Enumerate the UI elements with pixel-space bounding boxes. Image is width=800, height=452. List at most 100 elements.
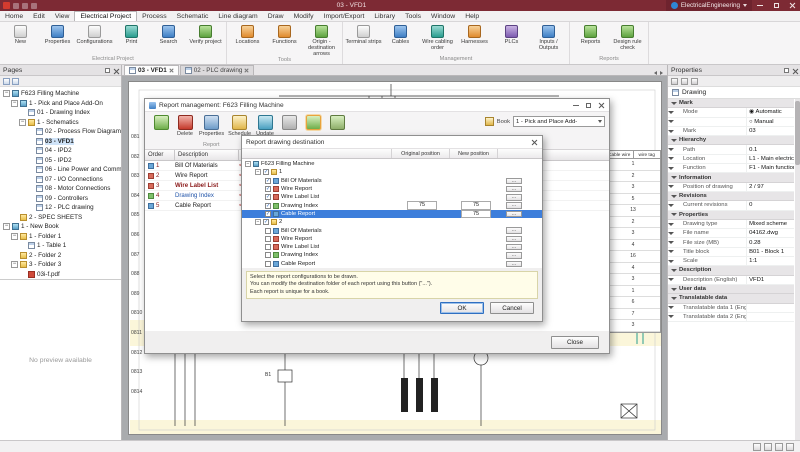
properties-scrollbar[interactable] [795, 99, 800, 440]
property-row[interactable]: Description [668, 266, 794, 275]
menu-item[interactable]: Schematic [172, 11, 214, 21]
previous-icon[interactable] [671, 78, 678, 85]
browse-folder-button[interactable]: ... [506, 227, 522, 234]
scroll-tabs-right-icon[interactable] [660, 71, 663, 75]
property-row[interactable]: Mark [668, 99, 794, 108]
tree-item[interactable]: 01 - Drawing Index [0, 108, 121, 118]
tree-item[interactable]: 02 - Process Flow Diagram [0, 127, 121, 137]
tree-item[interactable]: 03i-f.pdf [0, 270, 121, 280]
expander-icon[interactable]: − [11, 233, 18, 240]
report-checkbox[interactable] [265, 228, 271, 234]
menu-item[interactable]: View [50, 11, 75, 21]
minimize-button[interactable] [752, 0, 768, 11]
report-checkbox[interactable]: ✓ [265, 178, 271, 184]
new-position-value[interactable]: 75 [461, 210, 491, 219]
menu-item[interactable]: Electrical Project [74, 11, 137, 21]
browse-folder-button[interactable]: ... [506, 211, 522, 218]
destination-row[interactable]: Drawing Index ... [242, 251, 542, 259]
ribbon-button[interactable]: Design rule check [609, 23, 646, 51]
menu-item[interactable]: Modify [289, 11, 319, 21]
browse-folder-button[interactable]: ... [506, 186, 522, 193]
save-icon[interactable] [13, 3, 19, 9]
report-toolbar-button[interactable] [325, 114, 349, 132]
property-row[interactable]: Revisions [668, 192, 794, 201]
menu-item[interactable]: Edit [28, 11, 50, 21]
tree-item[interactable]: − F623 Filling Machine [0, 89, 121, 99]
menu-item[interactable]: Line diagram [213, 11, 262, 21]
property-row[interactable]: Scale 1:1 [668, 257, 794, 266]
close-dialog-button[interactable]: Close [551, 336, 599, 349]
tree-item[interactable]: 06 - Line Power and Comms [0, 165, 121, 175]
ok-button[interactable]: OK [440, 302, 484, 314]
new-position-value[interactable]: 75 [461, 201, 491, 210]
ribbon-button[interactable]: Harnesses [456, 23, 493, 45]
destination-row[interactable]: − ✓ 2 [242, 218, 542, 226]
account-menu[interactable]: ElectricalEngineering [666, 0, 752, 11]
property-row[interactable]: Translatable data [668, 294, 794, 303]
ribbon-button[interactable]: PLCs [493, 23, 530, 45]
close-panel-icon[interactable] [113, 68, 118, 73]
property-row[interactable]: Translatable data 1 (Engli [668, 304, 794, 313]
ribbon-button[interactable]: Cables [382, 23, 419, 45]
property-value[interactable]: VFD1 [747, 277, 794, 283]
report-checkbox[interactable] [265, 252, 271, 258]
property-row[interactable]: Location L1 - Main electrical closet [668, 155, 794, 164]
document-tab[interactable]: 02 - PLC drawing [180, 65, 255, 75]
property-row[interactable]: Mode ◉ Automatic [668, 108, 794, 117]
book-select[interactable]: 1 - Pick and Place Add- [513, 116, 605, 127]
property-row[interactable]: User data [668, 285, 794, 294]
browse-folder-button[interactable]: ... [506, 202, 522, 209]
property-row[interactable]: Information [668, 173, 794, 182]
pin-icon[interactable] [105, 68, 110, 73]
tree-item[interactable]: 2 - Folder 2 [0, 251, 121, 261]
expander-icon[interactable]: − [11, 261, 18, 268]
property-row[interactable]: ○ Manual [668, 118, 794, 127]
browse-folder-button[interactable]: ... [506, 244, 522, 251]
ribbon-button[interactable]: Verify project [187, 23, 224, 45]
destination-row[interactable]: ✓ Bill Of Materials ... [242, 177, 542, 185]
expander-icon[interactable]: − [255, 219, 261, 225]
report-checkbox[interactable]: ✓ [263, 219, 269, 225]
property-value[interactable]: 2 / 97 [747, 184, 794, 190]
property-value[interactable]: 04162.dwg [747, 230, 794, 236]
expander-icon[interactable]: − [255, 169, 261, 175]
report-toolbar-button[interactable] [149, 114, 173, 132]
property-row[interactable]: Mark 03 [668, 127, 794, 136]
tree-item[interactable]: 05 - IPD2 [0, 156, 121, 166]
property-value[interactable]: 0 [747, 202, 794, 208]
destination-row[interactable]: ✓ Cable Report 75 ... [242, 210, 542, 218]
report-toolbar-button[interactable] [301, 114, 325, 132]
browse-folder-button[interactable]: ... [506, 178, 522, 185]
property-row[interactable]: File size (MB) 0.28 [668, 238, 794, 247]
property-value[interactable]: 03 [747, 128, 794, 134]
tree-item[interactable]: 07 - I/O Connections [0, 175, 121, 185]
scrollbar-thumb[interactable] [795, 101, 800, 165]
menu-item[interactable]: Tools [400, 11, 426, 21]
tree-item[interactable]: 1 - Table 1 [0, 241, 121, 251]
ribbon-button[interactable]: Wire cabling order [419, 23, 456, 51]
report-toolbar-button[interactable] [277, 114, 301, 132]
report-checkbox[interactable]: ✓ [265, 211, 271, 217]
menu-item[interactable]: Help [460, 11, 484, 21]
original-position-value[interactable]: 75 [407, 201, 437, 210]
cancel-button[interactable]: Cancel [490, 302, 534, 314]
property-row[interactable]: Function F1 - Main function [668, 164, 794, 173]
property-row[interactable]: Title block B01 - Block 1 [668, 248, 794, 257]
ribbon-button[interactable]: Search [150, 23, 187, 45]
report-toolbar-button[interactable]: Delete [173, 114, 197, 138]
property-value[interactable]: 0.1 [747, 147, 794, 153]
destination-row[interactable]: Wire Report ... [242, 235, 542, 243]
property-value[interactable]: B01 - Block 1 [747, 249, 794, 255]
ribbon-button[interactable]: Origin - destination arrows [303, 23, 340, 57]
tree-item[interactable]: − 1 - Folder 1 [0, 232, 121, 242]
tree-item[interactable]: 08 - Motor Connections [0, 184, 121, 194]
property-row[interactable]: Properties [668, 211, 794, 220]
grid-icon[interactable] [753, 443, 761, 451]
close-tab-icon[interactable] [244, 68, 249, 73]
pin-icon[interactable] [691, 78, 698, 85]
maximize-icon[interactable] [586, 103, 591, 108]
menu-item[interactable]: Library [369, 11, 400, 21]
property-row[interactable]: Current revisions 0 [668, 201, 794, 210]
close-button[interactable] [784, 0, 800, 11]
document-tab[interactable]: 03 - VFD1 [124, 65, 179, 75]
